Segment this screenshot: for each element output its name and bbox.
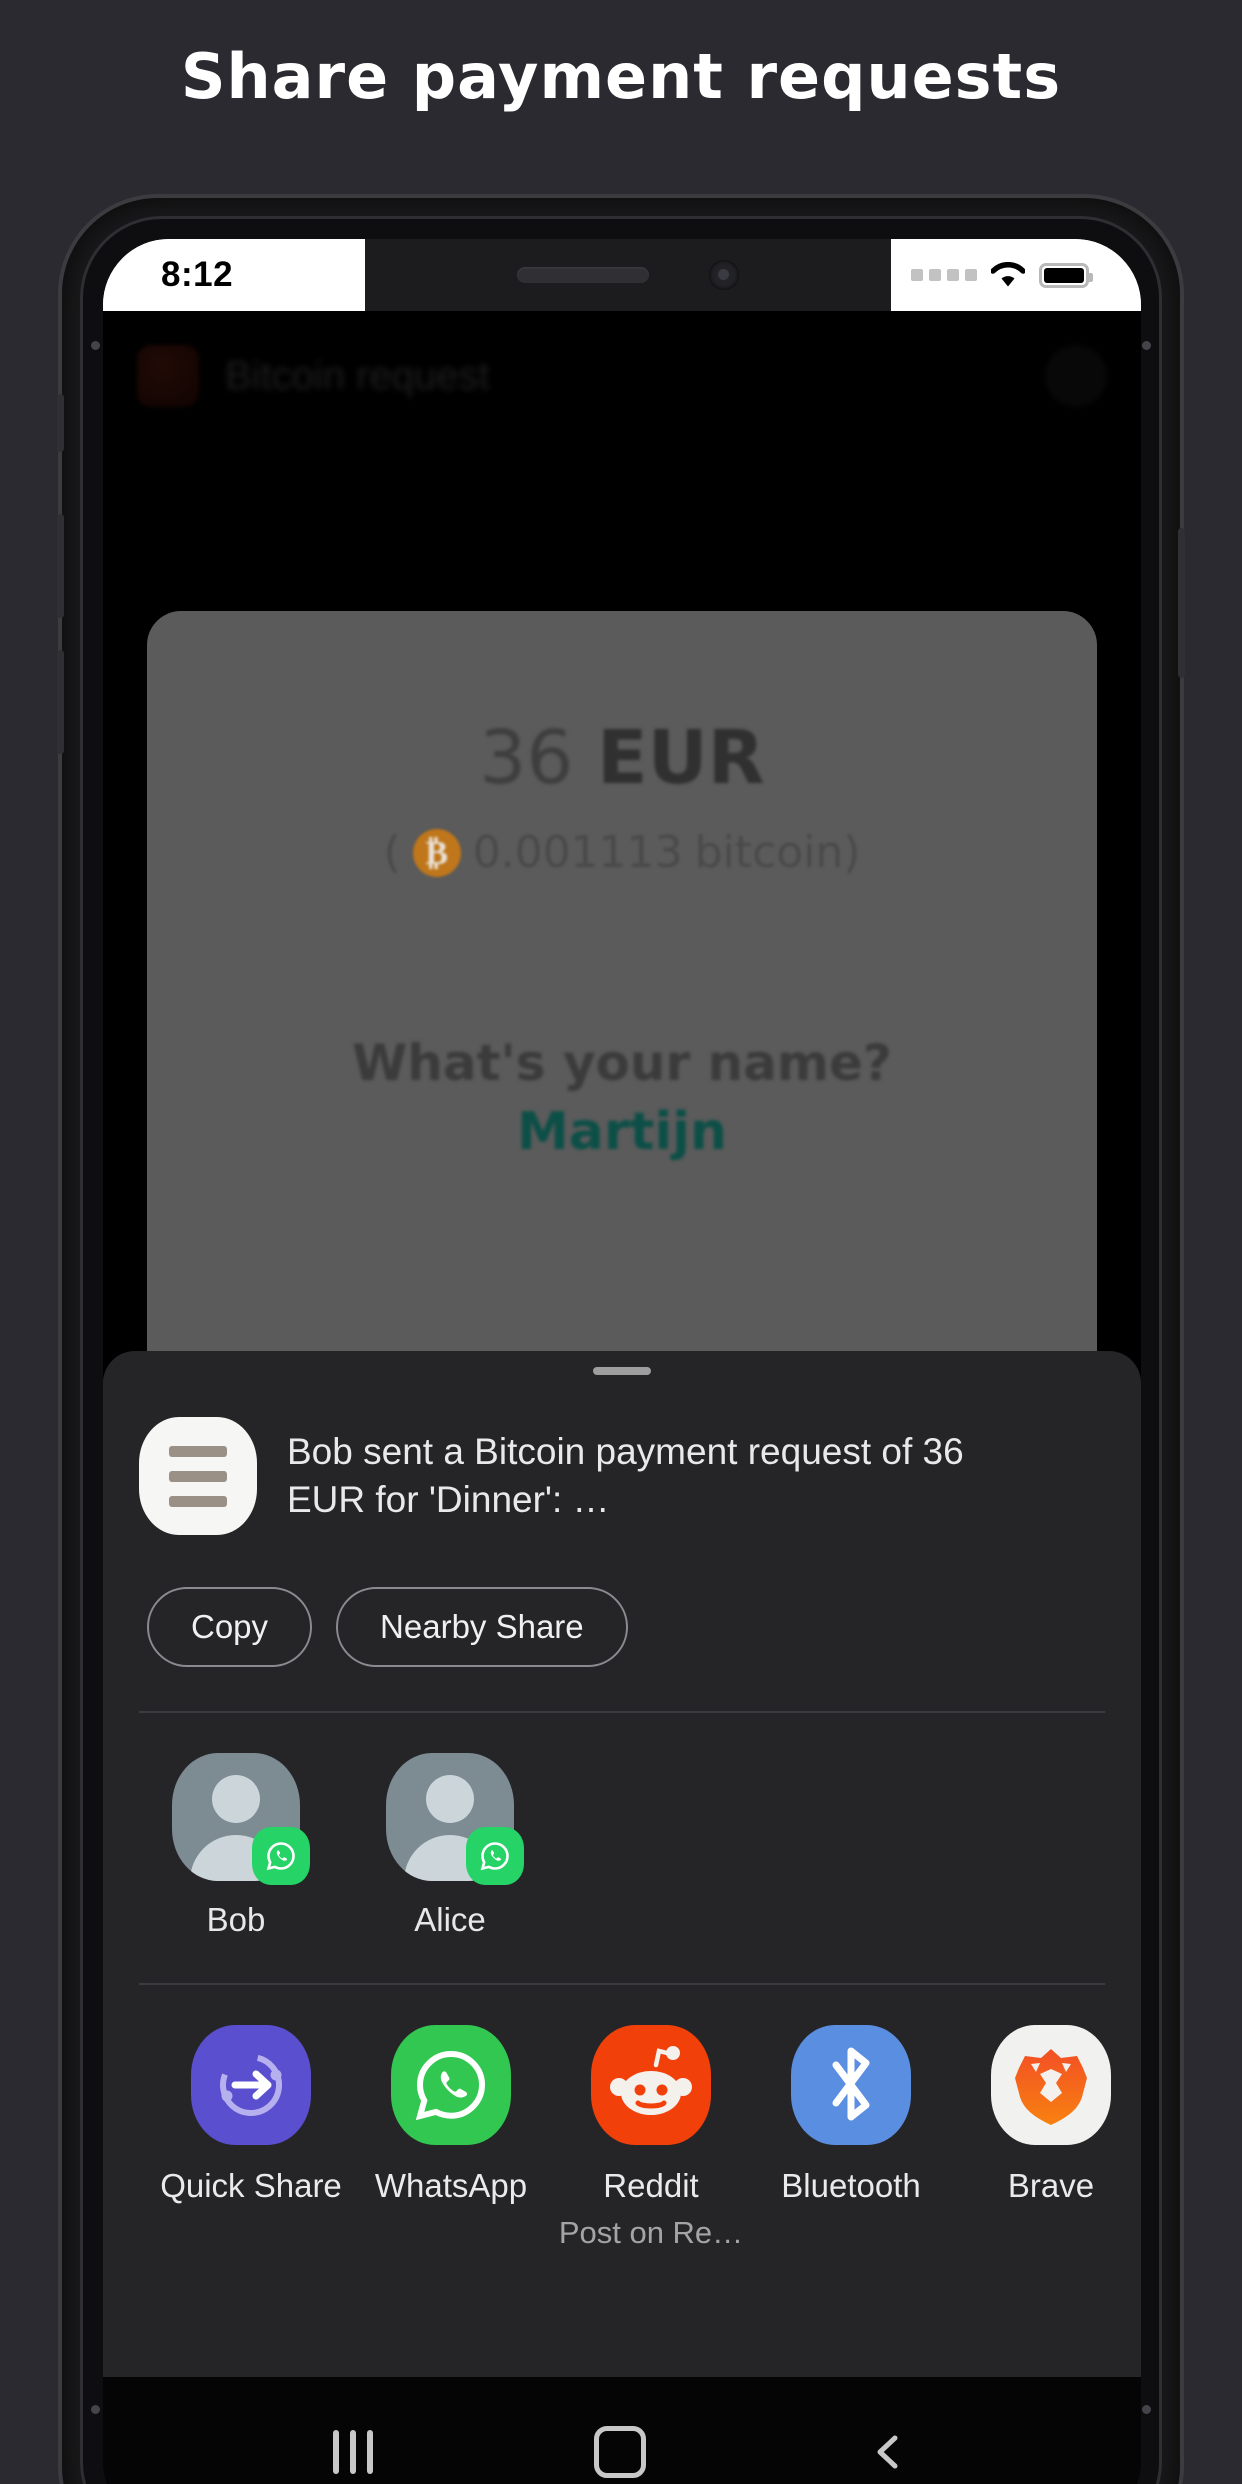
share-sheet: Bob sent a Bitcoin payment request of 36… <box>103 1351 1141 2377</box>
phone-screen: 8:12 Bitcoin request 36 EUR (₿ 0.001113… <box>103 239 1141 2484</box>
contacts-row: Bob Alice <box>103 1713 1141 1939</box>
status-bar: 8:12 <box>103 239 1141 311</box>
phone-bezel: 8:12 Bitcoin request 36 EUR (₿ 0.001113… <box>80 216 1162 2484</box>
frame-dot <box>1142 341 1151 350</box>
brave-icon <box>991 2025 1111 2145</box>
app-label: Quick Share <box>160 2167 342 2204</box>
status-time: 8:12 <box>161 255 234 294</box>
amount-row: 36 EUR <box>147 715 1097 801</box>
app-targets-row: Quick Share WhatsApp Reddit Post on Re… … <box>103 1985 1141 2251</box>
contact-item-alice[interactable]: Alice <box>365 1753 535 1939</box>
app-target-brave[interactable]: Brave <box>951 2025 1141 2251</box>
avatar <box>172 1753 310 1885</box>
app-label: Bluetooth <box>781 2167 921 2204</box>
wifi-icon <box>990 262 1026 288</box>
frame-dot <box>1142 2405 1151 2414</box>
bitcoin-amount-row: ( ₿ 0.001113 bitcoin) <box>147 827 1097 878</box>
share-action-chips: Copy Nearby Share <box>103 1535 1141 1667</box>
app-topbar-title: Bitcoin request <box>225 353 490 398</box>
document-lines-icon <box>139 1417 257 1535</box>
screenshot-root: Share payment requests 8:12 Bitcoin requ… <box>0 0 1242 2484</box>
app-target-quick-share[interactable]: Quick Share <box>151 2025 351 2251</box>
status-bar-right <box>891 239 1141 311</box>
app-target-bluetooth[interactable]: Bluetooth <box>751 2025 951 2251</box>
navigation-bar <box>103 2377 1141 2484</box>
sheet-drag-handle[interactable] <box>593 1367 651 1375</box>
whatsapp-icon <box>391 2025 511 2145</box>
status-bar-left: 8:12 <box>103 239 365 311</box>
app-target-reddit[interactable]: Reddit Post on Re… <box>551 2025 751 2251</box>
app-target-whatsapp[interactable]: WhatsApp <box>351 2025 551 2251</box>
frame-dot <box>91 2405 100 2414</box>
bitcoin-unit: bitcoin) <box>694 827 861 878</box>
app-topbar: Bitcoin request <box>103 311 1141 441</box>
front-camera <box>709 260 739 290</box>
contact-item-bob[interactable]: Bob <box>151 1753 321 1939</box>
contact-name: Bob <box>206 1901 266 1938</box>
whatsapp-badge-icon <box>252 1827 310 1885</box>
bitcoin-icon: ₿ <box>412 828 461 877</box>
app-label: WhatsApp <box>374 2167 528 2204</box>
contact-name: Alice <box>414 1901 486 1938</box>
nearby-share-button[interactable]: Nearby Share <box>336 1587 628 1667</box>
back-icon[interactable] <box>867 2430 911 2474</box>
share-preview-text: Bob sent a Bitcoin payment request of 36… <box>287 1430 964 1520</box>
app-label: Brave <box>1007 2167 1095 2204</box>
name-value: Martijn <box>516 1102 727 1162</box>
name-question-label: What's your name? <box>352 1034 892 1092</box>
quick-share-icon <box>191 2025 311 2145</box>
app-label: Reddit <box>603 2167 699 2204</box>
phone-notch <box>365 239 891 311</box>
share-preview: Bob sent a Bitcoin payment request of 36… <box>103 1375 1141 1535</box>
phone-volume-up-button <box>57 514 64 618</box>
earpiece-speaker <box>517 267 649 283</box>
paren-open: ( <box>383 827 401 878</box>
avatar <box>386 1753 524 1885</box>
phone-power-button <box>1178 528 1185 678</box>
bluetooth-icon <box>791 2025 911 2145</box>
avatar <box>1045 345 1107 407</box>
reddit-icon <box>591 2025 711 2145</box>
whatsapp-badge-icon <box>466 1827 524 1885</box>
page-title: Share payment requests <box>180 40 1062 113</box>
home-icon[interactable] <box>593 2426 646 2478</box>
app-sublabel: Post on Re… <box>558 2215 744 2250</box>
phone-mockup: 8:12 Bitcoin request 36 EUR (₿ 0.001113… <box>57 198 1185 2484</box>
amount-value: 36 <box>479 715 574 801</box>
amount-currency: EUR <box>597 715 765 801</box>
recents-icon[interactable] <box>333 2430 374 2474</box>
copy-button[interactable]: Copy <box>147 1587 313 1667</box>
signal-dots-icon <box>911 269 977 281</box>
bitcoin-amount: 0.001113 <box>472 827 683 878</box>
phone-volume-down-button <box>57 650 64 754</box>
phone-button-left-1 <box>57 394 64 452</box>
frame-dot <box>91 341 100 350</box>
battery-icon <box>1039 262 1093 288</box>
app-logo-icon <box>137 345 199 407</box>
